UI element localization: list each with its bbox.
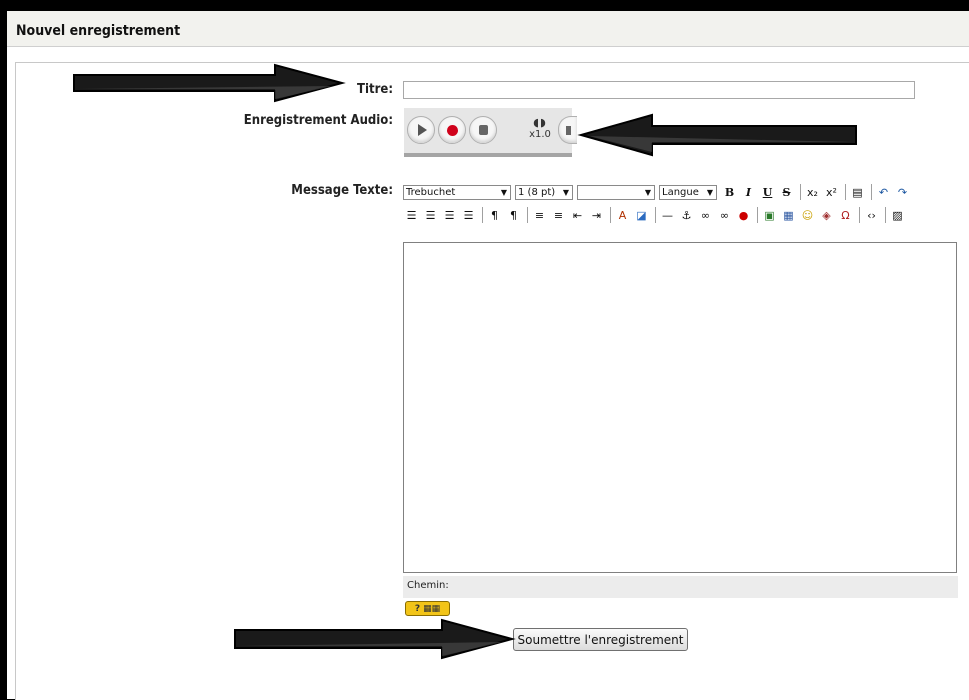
subscript-icon[interactable]: x₂ <box>804 184 821 201</box>
editor-toolbar-row-1: Trebuchet ▼ 1 (8 pt) ▼ ▼ Langue ▼ B I U S x… <box>403 181 913 203</box>
toolbar-divider <box>800 184 801 200</box>
chevron-down-icon: ▼ <box>706 187 713 197</box>
title-input[interactable] <box>403 81 915 99</box>
smiley-icon[interactable]: ☺ <box>799 207 816 224</box>
language-select[interactable]: Langue ▼ <box>659 184 717 200</box>
editor-path-bar: Chemin: <box>403 576 958 598</box>
table-icon[interactable]: ▦ <box>780 207 797 224</box>
anchor-icon[interactable]: ⚓ <box>678 207 695 224</box>
size-select[interactable]: 1 (8 pt) ▼ <box>515 184 573 200</box>
indent-icon[interactable]: ⇥ <box>588 207 605 224</box>
editor-toolbar-row-2: ☰ ☰ ☰ ☰ ¶ ¶ ≡ ≡ ⇤ ⇥ A ◪ — ⚓ ∞ ∞ ● ▣ ▦ ☺ … <box>403 204 908 226</box>
chevron-down-icon: ▼ <box>500 187 507 197</box>
redo-icon[interactable]: ↷ <box>894 184 911 201</box>
page-title: Nouvel enregistrement <box>16 23 181 39</box>
play-button[interactable] <box>407 116 435 144</box>
link-icon[interactable]: ∞ <box>697 207 714 224</box>
paste-word-icon[interactable]: ▤ <box>849 184 866 201</box>
keyboard-icon[interactable]: ? ▦▦ <box>405 601 450 616</box>
rtl-icon[interactable]: ¶ <box>505 207 522 224</box>
ltr-icon[interactable]: ¶ <box>486 207 503 224</box>
unordered-list-icon[interactable]: ≡ <box>550 207 567 224</box>
ordered-list-icon[interactable]: ≡ <box>531 207 548 224</box>
message-label: Message Texte: <box>291 183 393 198</box>
arrow-to-recorder <box>577 113 857 157</box>
flag-icon <box>565 125 571 135</box>
style-select[interactable]: ▼ <box>577 184 655 200</box>
record-button[interactable] <box>438 116 466 144</box>
toolbar-divider <box>871 184 872 200</box>
submit-recording-button[interactable]: Soumettre l'enregistrement <box>513 628 688 651</box>
toolbar-divider <box>482 207 483 223</box>
text-color-icon[interactable]: A <box>614 207 631 224</box>
image-icon[interactable]: ▣ <box>761 207 778 224</box>
toolbar-divider <box>610 207 611 223</box>
link-break-icon[interactable]: ● <box>735 207 752 224</box>
stop-icon <box>478 125 488 135</box>
font-select[interactable]: Trebuchet ▼ <box>403 184 511 200</box>
chevron-down-icon: ▼ <box>562 187 569 197</box>
record-icon <box>446 124 458 136</box>
stop-button[interactable] <box>469 116 497 144</box>
font-select-value: Trebuchet <box>406 186 456 198</box>
source-code-icon[interactable]: ‹› <box>863 207 880 224</box>
play-icon <box>418 124 427 136</box>
unlink-icon[interactable]: ∞ <box>716 207 733 224</box>
toolbar-divider <box>655 207 656 223</box>
toolbar-divider <box>527 207 528 223</box>
outdent-icon[interactable]: ⇤ <box>569 207 586 224</box>
toolbar-divider <box>885 207 886 223</box>
underline-icon[interactable]: U <box>759 184 776 201</box>
align-center-icon[interactable]: ☰ <box>422 207 439 224</box>
message-editor[interactable] <box>403 242 957 573</box>
speed-value: x1.0 <box>529 129 551 140</box>
align-right-icon[interactable]: ☰ <box>441 207 458 224</box>
arrow-to-title <box>73 63 346 103</box>
recorder-progress-bar <box>404 153 572 157</box>
size-select-value: 1 (8 pt) <box>518 186 556 198</box>
strikethrough-icon[interactable]: S <box>778 184 795 201</box>
italic-icon[interactable]: I <box>740 184 757 201</box>
media-icon[interactable]: ◈ <box>818 207 835 224</box>
special-char-icon[interactable]: Ω <box>837 207 854 224</box>
toolbar-divider <box>859 207 860 223</box>
bold-icon[interactable]: B <box>721 184 738 201</box>
language-select-value: Langue <box>662 186 699 198</box>
align-justify-icon[interactable]: ☰ <box>460 207 477 224</box>
arrow-to-submit <box>234 618 516 660</box>
chevron-down-icon: ▼ <box>644 187 651 197</box>
toolbar-divider <box>757 207 758 223</box>
toolbar-divider <box>845 184 846 200</box>
align-left-icon[interactable]: ☰ <box>403 207 420 224</box>
background-color-icon[interactable]: ◪ <box>633 207 650 224</box>
audio-recorder: ◖◗ x1.0 <box>404 108 577 157</box>
undo-icon[interactable]: ↶ <box>875 184 892 201</box>
audio-label: Enregistrement Audio: <box>243 113 393 128</box>
speed-arrows-icon: ◖◗ <box>533 116 547 129</box>
speed-control[interactable]: ◖◗ x1.0 <box>523 116 557 140</box>
superscript-icon[interactable]: x² <box>823 184 840 201</box>
fullscreen-icon[interactable]: ▨ <box>889 207 906 224</box>
horizontal-rule-icon[interactable]: — <box>659 207 676 224</box>
